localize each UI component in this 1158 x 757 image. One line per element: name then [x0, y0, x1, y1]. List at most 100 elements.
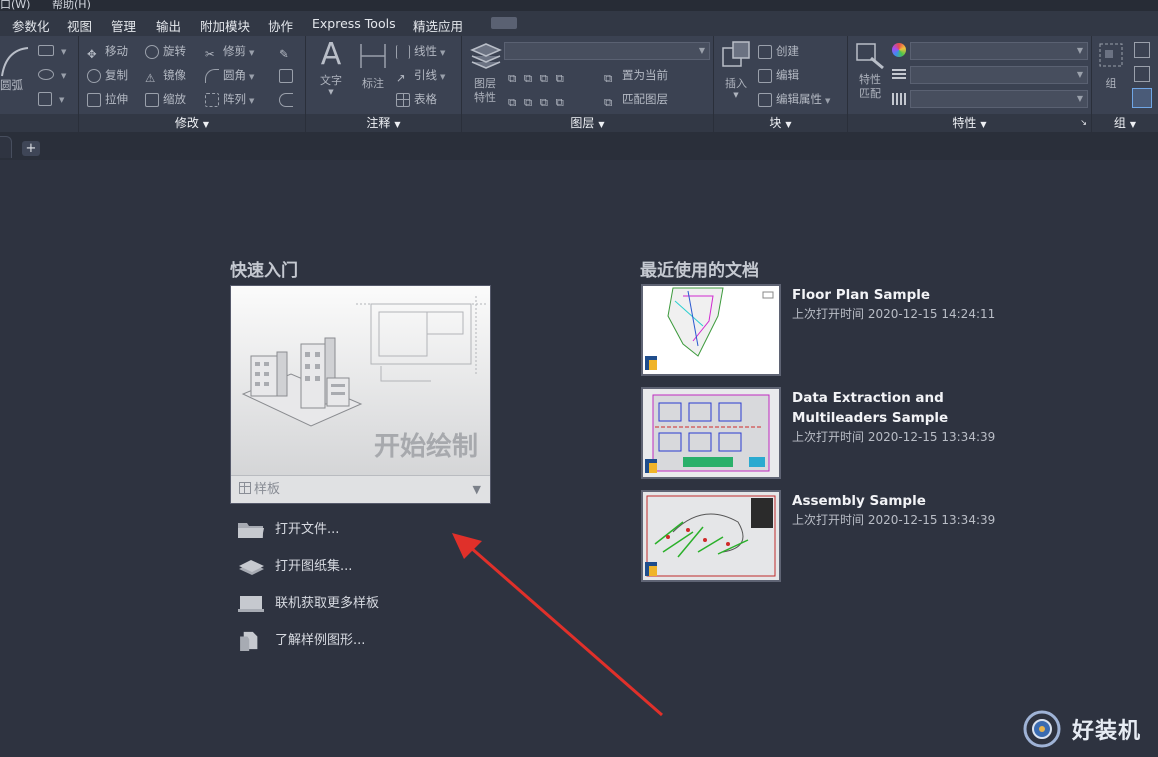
scale-tool[interactable]: 缩放	[145, 90, 186, 108]
layer-state-icons-row1[interactable]: ⧉ ⧉ ⧉ ⧉	[508, 66, 568, 85]
match-layer-icon: ⧉	[604, 94, 613, 109]
text-a-icon: A	[320, 37, 342, 72]
set-current-icon: ⧉	[604, 70, 613, 85]
sheet-set-icon	[239, 559, 264, 575]
open-sheet-set-link[interactable]: 打开图纸集...	[237, 555, 352, 579]
open-file-link[interactable]: 打开文件...	[237, 518, 339, 542]
linetype-icon[interactable]	[892, 93, 906, 105]
match-layer-tool[interactable]: ⧉ 匹配图层	[604, 90, 668, 109]
group-tool[interactable]: 组	[1096, 40, 1126, 91]
rotate-tool[interactable]: 旋转	[145, 42, 186, 60]
insert-block-tool[interactable]: 插入 ▼	[718, 40, 754, 99]
explode-icon	[279, 68, 293, 83]
move-tool[interactable]: ✥ 移动	[87, 42, 128, 61]
lineweight-icon[interactable]	[892, 69, 906, 81]
layers-panel: 图层 特性 ▼ ⧉ ⧉ ⧉ ⧉ ⧉ 置为当前 ⧉ ⧉ ⧉ ⧉ ⧉ 匹配图层 图层 ▼	[462, 36, 714, 132]
trim-tool[interactable]: ✂ 修剪 ▼	[205, 42, 254, 61]
new-tab-button[interactable]: +	[22, 141, 40, 156]
get-more-templates-link[interactable]: 联机获取更多样板	[237, 592, 379, 616]
mirror-tool[interactable]: ⚠ 镜像	[145, 66, 186, 85]
layer-thaw-icon: ⧉	[539, 94, 548, 109]
layer-unlock-icon: ⧉	[555, 94, 564, 109]
edit-block-icon	[758, 68, 772, 83]
ribbon: 圆弧 ▼ ▼ ▼ ✥ 移动 旋转 ✂ 修剪 ▼ 复制 ⚠ 镜像 圆角 ▼ 拉伸 缩放 阵列…	[0, 36, 1158, 132]
menu-window[interactable]: 口(W)	[0, 0, 30, 11]
recent-doc-name[interactable]: Floor Plan Sample	[792, 285, 930, 305]
layers-panel-title[interactable]: 图层 ▼	[462, 114, 713, 132]
tab-express-tools[interactable]: Express Tools	[312, 16, 396, 31]
floor-plan-preview	[645, 287, 774, 370]
block-panel-title[interactable]: 块 ▼	[714, 114, 847, 132]
arc-icon[interactable]	[0, 44, 30, 80]
group-panel-title[interactable]: 组 ▼	[1092, 114, 1158, 132]
layer-lock-icon: ⧉	[555, 70, 564, 85]
linetype-dropdown[interactable]: ▼	[910, 90, 1088, 108]
properties-panel-title[interactable]: 特性 ▼ ↘	[848, 114, 1091, 132]
edit-block-tool[interactable]: 编辑	[758, 66, 799, 84]
layer-on-icon: ⧉	[508, 94, 517, 109]
create-block-tool[interactable]: 创建	[758, 42, 799, 60]
top-menu-row: 口(W) 帮助(H)	[0, 0, 1158, 11]
annotation-panel-title[interactable]: 注释 ▼	[306, 114, 461, 132]
copy-icon	[87, 68, 101, 83]
recent-thumbnail-data-extraction[interactable]	[641, 387, 781, 479]
template-dropdown[interactable]: 样板 ▼	[231, 475, 490, 503]
tab-manage[interactable]: 管理	[111, 16, 136, 35]
group-selection-icon[interactable]	[1132, 88, 1152, 108]
copy-tool[interactable]: 复制	[87, 66, 128, 84]
array-tool[interactable]: 阵列 ▼	[205, 90, 254, 108]
ribbon-toggle-button[interactable]	[491, 17, 517, 29]
recent-doc-time: 上次打开时间 2020-12-15 13:34:39	[792, 513, 996, 527]
scale-icon	[145, 92, 159, 107]
linear-dim-icon	[396, 44, 410, 59]
annotation-panel: A 文字 ▼ 标注 线性 ▼ ↗ 引线 ▼ 表格 注释 ▼	[306, 36, 462, 132]
color-dropdown[interactable]: ▼	[910, 42, 1088, 60]
group-edit-icon[interactable]	[1134, 66, 1150, 82]
layer-state-icons-row2[interactable]: ⧉ ⧉ ⧉ ⧉	[508, 90, 568, 109]
set-current-layer-tool[interactable]: ⧉ 置为当前	[604, 66, 668, 85]
tab-featured-apps[interactable]: 精选应用	[413, 16, 463, 35]
lineweight-dropdown[interactable]: ▼	[910, 66, 1088, 84]
leader-tool[interactable]: ↗ 引线 ▼	[396, 66, 445, 85]
layer-dropdown[interactable]: ▼	[504, 42, 710, 60]
recent-doc-name[interactable]: Data Extraction and Multileaders Sample	[792, 388, 948, 428]
watermark-text: 好装机	[1072, 719, 1142, 744]
table-tool[interactable]: 表格	[396, 90, 437, 108]
dimension-tool[interactable]: 标注	[356, 38, 390, 91]
block-panel: 插入 ▼ 创建 编辑 编辑属性 ▼ 块 ▼	[714, 36, 848, 132]
menu-help[interactable]: 帮助(H)	[52, 0, 91, 11]
tab-parametric[interactable]: 参数化	[12, 16, 50, 35]
layer-properties-tool[interactable]: 图层 特性	[466, 40, 504, 105]
erase-tool[interactable]: ✎	[279, 42, 297, 61]
fillet-tool[interactable]: 圆角 ▼	[205, 66, 254, 84]
tab-addins[interactable]: 附加模块	[200, 16, 250, 35]
explore-sample-drawings-link[interactable]: 了解样例图形...	[237, 629, 365, 653]
tab-view[interactable]: 视图	[67, 16, 92, 35]
start-drawing-card[interactable]: 开始绘制 样板 ▼	[230, 285, 491, 504]
stretch-icon	[87, 92, 101, 107]
linear-dim-tool[interactable]: 线性 ▼	[396, 42, 445, 60]
edit-attributes-tool[interactable]: 编辑属性 ▼	[758, 90, 830, 108]
start-drawing-label: 开始绘制	[373, 432, 478, 462]
recent-thumbnail-floor-plan[interactable]	[641, 284, 781, 376]
recent-doc-name[interactable]: Assembly Sample	[792, 491, 926, 511]
modify-panel-title[interactable]: 修改 ▼	[79, 114, 305, 132]
fillet-icon	[205, 68, 219, 83]
folder-icon	[238, 522, 264, 538]
group-panel: 组 组 ▼	[1092, 36, 1158, 132]
ungroup-icon[interactable]	[1134, 42, 1150, 58]
explode-tool[interactable]	[279, 66, 297, 84]
ellipse-tool[interactable]: ▼	[38, 65, 66, 83]
arc-label[interactable]: 圆弧	[0, 76, 23, 94]
stretch-tool[interactable]: 拉伸	[87, 90, 128, 108]
match-properties-tool[interactable]: 特性 匹配	[852, 40, 888, 101]
color-wheel-icon[interactable]	[892, 43, 906, 57]
tab-output[interactable]: 输出	[156, 16, 181, 35]
offset-tool[interactable]	[279, 90, 297, 108]
tab-collaborate[interactable]: 协作	[268, 16, 293, 35]
start-tab[interactable]	[0, 136, 12, 158]
rectangle-tool[interactable]: ▼	[38, 41, 66, 59]
text-tool[interactable]: A 文字 ▼	[314, 37, 348, 97]
hatch-tool[interactable]: ▼	[38, 89, 64, 107]
draw-panel: 圆弧 ▼ ▼ ▼	[0, 36, 79, 132]
